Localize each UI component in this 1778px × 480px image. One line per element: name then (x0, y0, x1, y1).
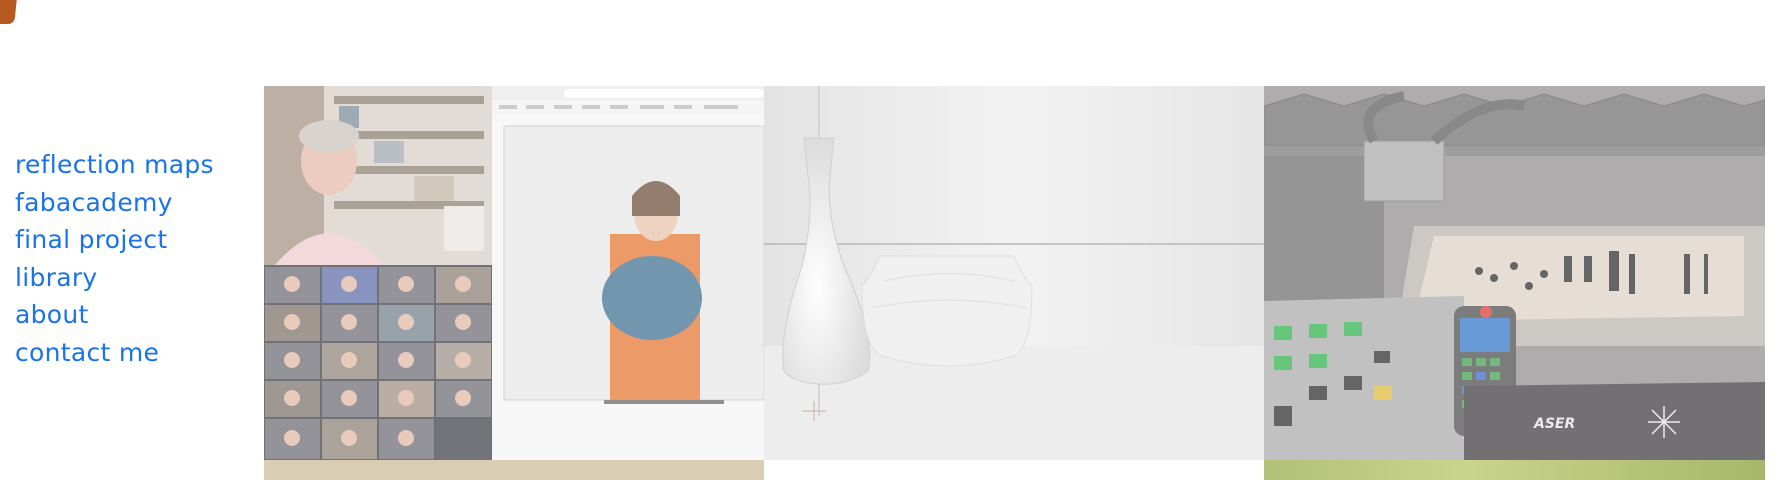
gallery-tile-5[interactable] (764, 460, 1264, 480)
gallery-tile-lecture[interactable] (264, 86, 764, 460)
svg-text:ASER: ASER (1533, 416, 1575, 432)
nav-link-reflection-maps[interactable]: reflection maps (15, 146, 214, 184)
gallery-tile-4[interactable] (264, 460, 764, 480)
gallery-tile-laser-cutter[interactable]: ASER (1264, 86, 1765, 460)
nav-link-contact-me[interactable]: contact me (15, 334, 214, 372)
lecture-image (264, 86, 764, 460)
nav-link-fabacademy[interactable]: fabacademy (15, 184, 214, 222)
main-navigation: reflection maps fabacademy final project… (15, 146, 214, 371)
nav-link-final-project[interactable]: final project (15, 221, 214, 259)
gallery-tile-render[interactable] (764, 86, 1264, 460)
laser-cutter-image: ASER (1264, 86, 1765, 460)
nav-link-about[interactable]: about (15, 296, 214, 334)
page: reflection maps fabacademy final project… (0, 0, 1778, 480)
render-image (764, 86, 1264, 460)
gallery-tile-6[interactable] (1264, 460, 1765, 480)
image-gallery: ASER (264, 86, 1765, 480)
site-logo[interactable] (0, 0, 18, 24)
nav-link-library[interactable]: library (15, 259, 214, 297)
